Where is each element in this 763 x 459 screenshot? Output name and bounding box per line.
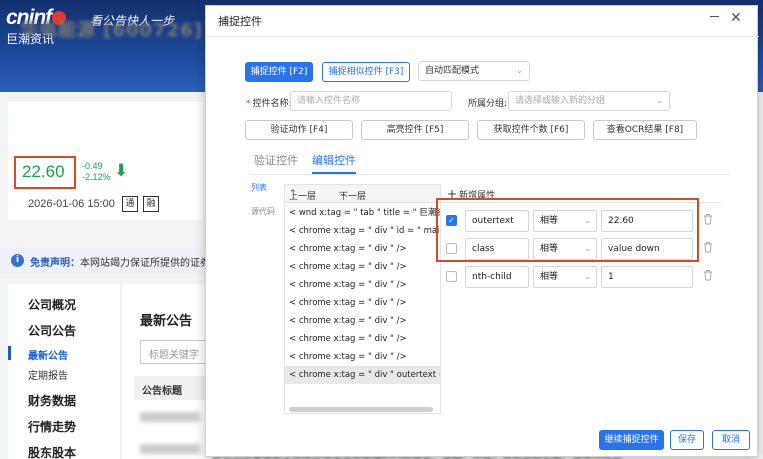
disclaimer-label: 免责声明： <box>30 258 80 269</box>
tree-row[interactable]: < chrome x:tag = " div " id = " main " /… <box>285 222 440 240</box>
down-arrow-icon: ⬇ <box>114 161 129 181</box>
tree-row[interactable]: < chrome x:tag = " div " /> <box>285 330 440 348</box>
match-mode-select[interactable]: 自动匹配模式 ⌄ <box>418 61 530 81</box>
capture-similar-button[interactable]: 捕捉相似控件 [F3] <box>322 62 410 82</box>
attr-op-select[interactable]: 相等 ⌄ <box>533 210 597 232</box>
disclaimer-bar: i 免责声明：本网站竭力保证所提供的证券信 <box>0 248 220 274</box>
tab-edit[interactable]: 编辑控件 <box>312 152 356 168</box>
control-name-input[interactable]: 请输入控件名称 <box>290 91 452 111</box>
get-count-button[interactable]: 获取控件个数 [F6] <box>477 120 585 140</box>
tree-row[interactable]: < wnd x:tag = " tab " title = " 巨潮资讯 " /… <box>285 204 440 222</box>
stock-name: 华电能源 [600726] <box>20 20 203 41</box>
minimize-icon[interactable] <box>710 16 719 17</box>
attr-name-field[interactable]: nth-child <box>465 266 529 288</box>
nav-equity[interactable]: 股东股本 <box>28 444 76 459</box>
nav-trend[interactable]: 行情走势 <box>28 418 76 435</box>
badge-rong: 融 <box>143 196 159 212</box>
element-tree: ⌃ 上一层 ⌄ 下一层 < wnd x:tag = " tab " title … <box>284 184 441 414</box>
view-ocr-button[interactable]: 查看OCR结果 [F8] <box>593 120 697 140</box>
attr-checkbox-checked[interactable]: ✓ <box>446 215 457 226</box>
attribute-panel: + 新增属性 ✓ outertext 相等 ⌄ 22.60 class 相等 ⌄ va… <box>441 184 721 414</box>
tree-row-selected[interactable]: < chrome x:tag = " div " outertext = " 2… <box>285 366 440 384</box>
title-divider <box>206 36 759 37</box>
nav-active-bar <box>8 346 11 360</box>
tree-toolbar: ⌃ 上一层 ⌄ 下一层 <box>285 185 440 203</box>
plus-icon: + <box>447 187 458 201</box>
price-highlight-box: 22.60 <box>14 156 76 189</box>
disclaimer-text: 本网站竭力保证所提供的证券信 <box>80 258 220 269</box>
attribute-row: nth-child 相等 ⌄ 1 <box>441 264 721 290</box>
group-select[interactable]: 请选择或输入新的分组 ⌄ <box>508 91 670 111</box>
save-button[interactable]: 保存 <box>670 430 704 450</box>
info-icon: i <box>11 254 24 267</box>
source-link[interactable]: 源代码 <box>251 206 275 217</box>
highlight-control-button[interactable]: 高亮控件 [F5] <box>361 120 469 140</box>
capture-dialog: 捕捉控件 ✕ 捕捉控件 [F2] 捕捉相似控件 [F3] 自动匹配模式 ⌄ * 控… <box>205 5 759 457</box>
list-link[interactable]: 列表 <box>251 182 267 193</box>
tree-row[interactable]: < chrome x:tag = " div " /> <box>285 276 440 294</box>
badge-tong: 通 <box>122 196 138 212</box>
stock-change: -0.49 -2.12% <box>82 161 111 183</box>
trash-icon[interactable] <box>703 269 713 281</box>
nav-overview[interactable]: 公司概况 <box>28 296 76 313</box>
nav-announcements[interactable]: 公司公告 <box>28 322 76 339</box>
tree-row[interactable]: < chrome x:tag = " div " /> <box>285 240 440 258</box>
attr-value-field[interactable]: 22.60 <box>601 210 693 232</box>
trash-icon[interactable] <box>703 241 713 253</box>
attr-op-select[interactable]: 相等 ⌄ <box>533 238 597 260</box>
tab-verify[interactable]: 验证控件 <box>254 152 298 168</box>
nav-finance[interactable]: 财务数据 <box>28 392 76 409</box>
attr-value-field[interactable]: 1 <box>601 266 693 288</box>
cancel-button[interactable]: 取消 <box>712 430 750 450</box>
blurred-row <box>140 444 200 454</box>
attr-value-field[interactable]: value down <box>601 238 693 260</box>
name-label: * 控件名称: <box>246 99 292 109</box>
group-placeholder: 请选择或输入新的分组 <box>515 96 606 106</box>
attr-divider <box>441 202 721 203</box>
announcement-panel: 最新公告 标题关键字 公告标题 <box>122 284 220 459</box>
nav-latest[interactable]: 最新公告 <box>28 347 68 362</box>
nav-periodic[interactable]: 定期报告 <box>28 367 68 382</box>
attr-name-field[interactable]: class <box>465 238 529 260</box>
attr-checkbox[interactable] <box>446 243 457 254</box>
left-nav: 公司概况 公司公告 最新公告 定期报告 财务数据 行情走势 股东股本 <box>8 284 120 459</box>
tree-row[interactable]: < chrome x:tag = " div " /> <box>285 348 440 366</box>
attribute-row: class 相等 ⌄ value down <box>441 236 721 262</box>
attribute-row: ✓ outertext 相等 ⌄ 22.60 <box>441 208 721 234</box>
capture-control-button[interactable]: 捕捉控件 [F2] <box>245 62 313 82</box>
group-label: 所属分组: <box>468 99 508 109</box>
change-value: -0.49 <box>82 161 103 171</box>
dialog-title: 捕捉控件 <box>218 15 262 28</box>
tab-active-underline <box>312 172 356 174</box>
chevron-down-icon: ⌄ <box>584 272 591 281</box>
tree-row[interactable]: < chrome x:tag = " div " /> <box>285 312 440 330</box>
continue-capture-button[interactable]: 继续捕捉控件 <box>599 430 664 450</box>
verify-action-button[interactable]: 验证动作 [F4] <box>245 120 353 140</box>
attr-op-select[interactable]: 相等 ⌄ <box>533 266 597 288</box>
chevron-down-icon: ⌄ <box>584 216 591 225</box>
chevron-down-icon: ⌄ <box>656 96 663 105</box>
tree-row[interactable]: < chrome x:tag = " div " /> <box>285 258 440 276</box>
tabs-divider <box>250 174 730 175</box>
attr-checkbox[interactable] <box>446 271 457 282</box>
close-icon[interactable]: ✕ <box>730 8 742 28</box>
chevron-down-icon: ⌄ <box>584 244 591 253</box>
attr-name-field[interactable]: outertext <box>465 210 529 232</box>
stock-price: 22.60 <box>22 162 65 181</box>
main-title: 最新公告 <box>140 314 193 329</box>
match-mode-value: 自动匹配模式 <box>425 66 480 76</box>
change-percent: -2.12% <box>82 172 111 182</box>
blurred-row <box>140 412 200 422</box>
tree-row[interactable]: < chrome x:tag = " div " /> <box>285 294 440 312</box>
trash-icon[interactable] <box>703 213 713 225</box>
quote-datetime: 2026-01-06 15:00 <box>28 198 115 210</box>
tree-scrollbar[interactable] <box>289 407 433 412</box>
add-attribute-button[interactable]: + 新增属性 <box>447 187 495 201</box>
chevron-down-icon: ⌄ <box>516 66 523 75</box>
